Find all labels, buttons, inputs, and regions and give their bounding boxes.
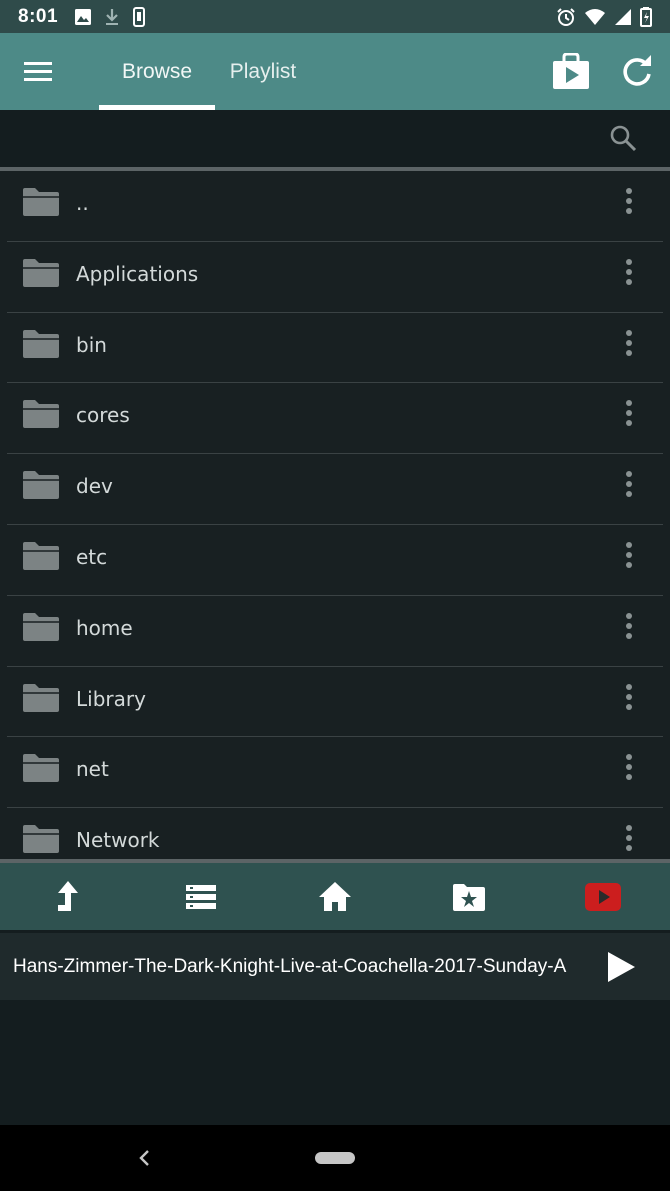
list-item-label: net [76,757,109,782]
folder-icon [23,188,59,216]
phone-vibrate-icon [133,6,146,27]
empty-area [0,1000,670,1125]
more-vertical-icon[interactable] [617,682,641,712]
list-item[interactable]: Applications [7,242,663,313]
more-vertical-icon[interactable] [617,540,641,570]
wifi-icon [585,8,605,25]
youtube-button[interactable] [584,879,622,915]
tab-playlist[interactable]: Playlist [215,33,311,110]
list-item[interactable]: home [7,596,663,667]
folder-icon [23,329,59,358]
list-item[interactable]: Library [7,667,663,738]
folder-icon [23,400,59,429]
back-button[interactable] [134,1144,154,1172]
list-view-button[interactable] [182,879,220,915]
list-item-label: cores [76,403,130,428]
more-vertical-icon[interactable] [617,257,641,287]
search-icon [610,125,637,152]
play-button[interactable] [604,949,638,985]
favorites-folder-button[interactable] [450,879,488,915]
home-pill[interactable] [315,1152,355,1164]
list-item-label: Applications [76,261,199,286]
more-vertical-icon[interactable] [617,398,641,428]
folder-icon [23,612,59,641]
more-vertical-icon[interactable] [617,752,641,782]
app-bar: Browse Playlist [0,33,670,110]
refresh-icon [623,55,651,86]
now-playing-title: Hans-Zimmer-The-Dark-Knight-Live-at-Coac… [13,955,567,977]
list-item[interactable]: .. [7,171,663,242]
status-bar: 8:01 [0,0,670,33]
now-playing-bar[interactable]: Hans-Zimmer-The-Dark-Knight-Live-at-Coac… [0,933,670,1000]
file-list: .. Applications bin cores dev etc home L… [0,171,670,859]
more-vertical-icon[interactable] [617,469,641,499]
up-arrow-icon [58,881,78,911]
list-icon [186,885,216,909]
folder-icon [23,541,59,570]
up-directory-button[interactable] [48,879,86,915]
refresh-button[interactable] [620,55,654,89]
back-chevron-icon [139,1150,149,1166]
list-item-label: bin [76,332,107,357]
battery-icon [640,6,652,27]
list-item-label: home [76,615,133,640]
image-icon [75,8,92,25]
folder-icon [23,825,59,854]
alarm-icon [557,7,575,26]
status-time: 8:01 [18,5,59,27]
folder-icon [23,754,59,783]
signal-icon [615,8,631,25]
list-item[interactable]: etc [7,525,663,596]
list-item[interactable]: Network [7,808,663,859]
play-icon [608,952,635,982]
menu-button[interactable] [22,57,54,87]
folder-star-icon [453,884,485,911]
list-item[interactable]: dev [7,454,663,525]
youtube-icon [585,883,621,911]
list-item[interactable]: bin [7,313,663,384]
bottom-toolbar [0,863,670,930]
more-vertical-icon[interactable] [617,611,641,641]
list-item-label: etc [76,544,108,569]
download-icon [106,8,119,25]
more-vertical-icon[interactable] [617,186,641,216]
folder-icon [23,258,59,287]
play-store-button[interactable] [551,52,591,91]
more-vertical-icon[interactable] [617,823,641,853]
tab-browse[interactable]: Browse [99,33,215,110]
folder-icon [23,471,59,500]
list-item[interactable]: net [7,737,663,809]
home-button[interactable] [316,879,354,915]
more-vertical-icon[interactable] [617,328,641,358]
list-item-label: Network [76,828,160,853]
list-item-label: dev [76,474,113,499]
home-icon [319,882,351,911]
search-bar [0,110,670,167]
system-nav-bar [0,1125,670,1191]
list-item-label: .. [76,191,89,215]
search-button[interactable] [609,124,637,152]
list-item-label: Library [76,686,146,711]
menu-icon [24,62,52,81]
store-play-icon [553,52,589,89]
folder-icon [23,683,59,712]
list-item[interactable]: cores [7,383,663,455]
